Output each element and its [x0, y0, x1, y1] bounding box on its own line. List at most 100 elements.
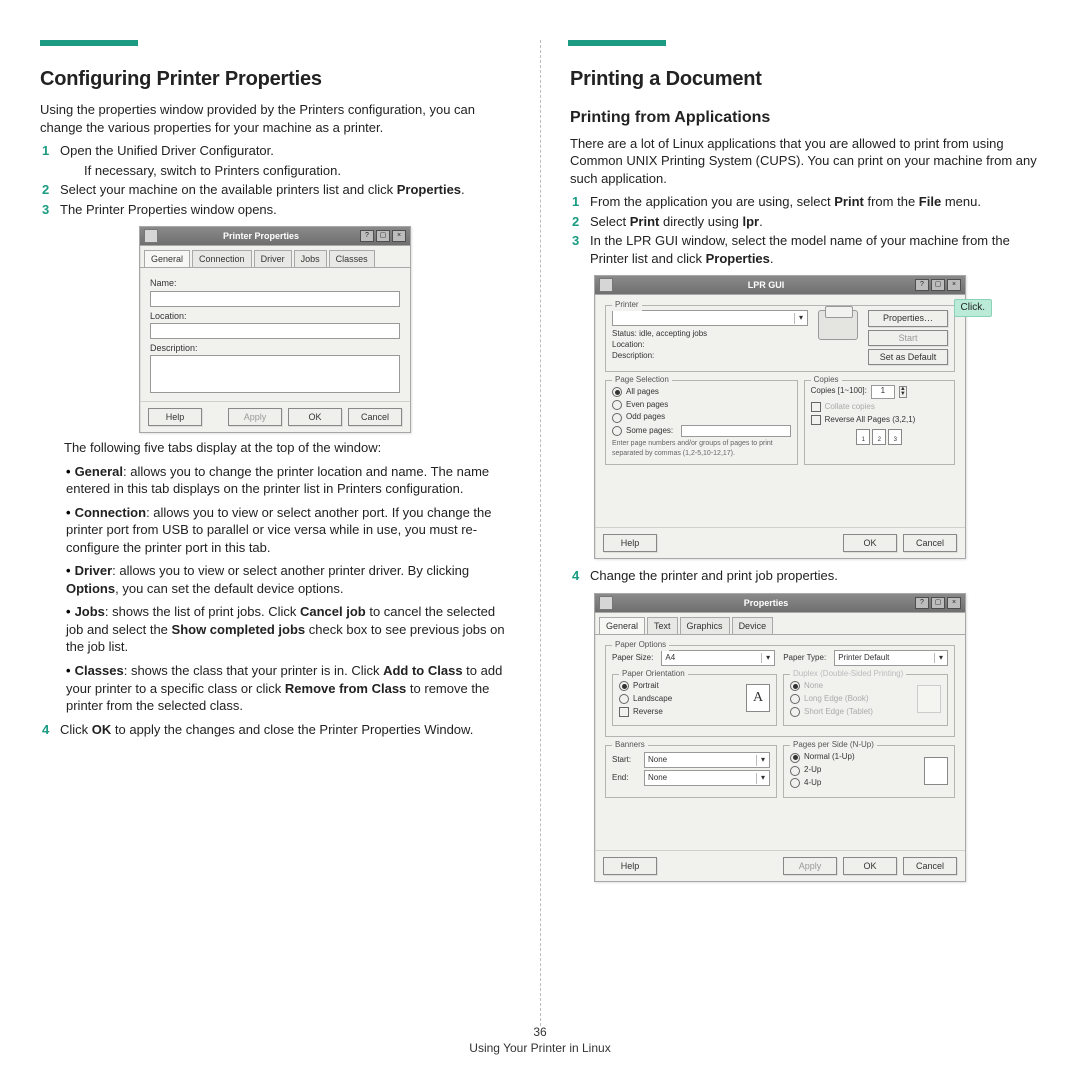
- properties-button[interactable]: Properties…: [868, 310, 948, 326]
- printer-select[interactable]: ▾: [612, 310, 808, 326]
- help-button[interactable]: Help: [148, 408, 202, 426]
- maximize-icon[interactable]: ▢: [931, 597, 945, 609]
- tab-classes[interactable]: Classes: [329, 250, 375, 267]
- radio-some-pages[interactable]: Some pages:: [612, 425, 791, 437]
- select-value: A4: [662, 653, 761, 664]
- cancel-button[interactable]: Cancel: [903, 534, 957, 552]
- banners-start-select[interactable]: None▾: [644, 752, 770, 768]
- radio-label: Some pages:: [626, 426, 673, 437]
- apply-button[interactable]: Apply: [228, 408, 282, 426]
- paper-type-select[interactable]: Printer Default▾: [834, 650, 948, 666]
- close-icon[interactable]: ×: [392, 230, 406, 242]
- tab-jobs[interactable]: Jobs: [294, 250, 327, 267]
- radio-label: Even pages: [626, 400, 668, 411]
- maximize-icon[interactable]: ▢: [376, 230, 390, 242]
- tab-desc-text: : allows you to view or select another p…: [112, 563, 469, 578]
- radio-nup-4[interactable]: 4-Up: [790, 778, 918, 789]
- help-button-icon[interactable]: ?: [360, 230, 374, 242]
- banners-end-select[interactable]: None▾: [644, 770, 770, 786]
- close-icon[interactable]: ×: [947, 597, 961, 609]
- label-name: Name:: [150, 277, 400, 289]
- page-selection-hint: Enter page numbers and/or groups of page…: [612, 439, 791, 458]
- apply-button[interactable]: Apply: [783, 857, 837, 875]
- cancel-button[interactable]: Cancel: [348, 408, 402, 426]
- tab-connection[interactable]: Connection: [192, 250, 252, 267]
- ok-button[interactable]: OK: [843, 534, 897, 552]
- location-field[interactable]: [150, 323, 400, 339]
- step-text: The Printer Properties window opens.: [60, 202, 277, 217]
- tab-desc-driver: Driver: allows you to view or select ano…: [66, 562, 510, 597]
- step-num: 1: [572, 193, 590, 211]
- page-icon: 3: [888, 429, 902, 445]
- group-page-selection: Page Selection: [612, 375, 672, 386]
- radio-label: 2-Up: [804, 765, 821, 776]
- radio-label: Normal (1-Up): [804, 752, 855, 763]
- radio-odd-pages[interactable]: Odd pages: [612, 412, 791, 423]
- step-num: 3: [42, 201, 60, 219]
- radio-nup-1[interactable]: Normal (1-Up): [790, 752, 918, 763]
- subheading-apps: Printing from Applications: [570, 107, 1040, 129]
- tab-desc-bold: Connection: [75, 505, 147, 520]
- start-button[interactable]: Start: [868, 330, 948, 346]
- ok-button[interactable]: OK: [288, 408, 342, 426]
- ok-button[interactable]: OK: [843, 857, 897, 875]
- printer-icon: [818, 310, 858, 340]
- banners-end-label: End:: [612, 773, 640, 784]
- tab-general-p[interactable]: General: [599, 617, 645, 634]
- banners-start-label: Start:: [612, 755, 640, 766]
- step-bold: Properties: [706, 251, 770, 266]
- radio-all-pages[interactable]: All pages: [612, 387, 791, 398]
- chevron-down-icon: ▾: [756, 773, 769, 784]
- step-text: from the: [864, 194, 919, 209]
- reverse-checkbox-orientation[interactable]: Reverse: [619, 707, 740, 718]
- reverse-checkbox[interactable]: Reverse All Pages (3,2,1): [811, 415, 948, 426]
- tab-text[interactable]: Text: [647, 617, 678, 634]
- step-text: In the LPR GUI window, select the model …: [590, 233, 1010, 266]
- help-button-icon[interactable]: ?: [915, 279, 929, 291]
- help-button[interactable]: Help: [603, 857, 657, 875]
- step-text: Click: [60, 722, 92, 737]
- copies-field[interactable]: 1: [871, 385, 895, 399]
- duplex-preview-icon: [917, 685, 941, 713]
- cancel-button[interactable]: Cancel: [903, 857, 957, 875]
- spin-down-icon[interactable]: ▼: [900, 392, 906, 397]
- select-value: Printer Default: [835, 653, 934, 664]
- intro-right: There are a lot of Linux applications th…: [570, 135, 1040, 188]
- step-text: From the application you are using, sele…: [590, 194, 834, 209]
- group-duplex: Duplex (Double-Sided Printing): [790, 669, 906, 680]
- tab-general[interactable]: General: [144, 250, 190, 267]
- tab-desc-connection: Connection: allows you to view or select…: [66, 504, 510, 557]
- printer-properties-panel: Printer Properties ? ▢ × General Connect…: [139, 226, 411, 433]
- help-button[interactable]: Help: [603, 534, 657, 552]
- radio-nup-2[interactable]: 2-Up: [790, 765, 918, 776]
- collate-checkbox[interactable]: Collate copies: [811, 402, 948, 413]
- step-text: Change the printer and print job propert…: [590, 568, 838, 583]
- tab-driver[interactable]: Driver: [254, 250, 292, 267]
- set-default-button[interactable]: Set as Default: [868, 349, 948, 365]
- close-icon[interactable]: ×: [947, 279, 961, 291]
- paper-type-label: Paper Type:: [783, 653, 826, 664]
- radio-label: Odd pages: [626, 412, 665, 423]
- label-location: Location:: [150, 310, 400, 322]
- checkbox-label: Reverse All Pages (3,2,1): [825, 415, 916, 426]
- group-copies: Copies: [811, 375, 842, 386]
- radio-landscape[interactable]: Landscape: [619, 694, 740, 705]
- paper-size-select[interactable]: A4▾: [661, 650, 775, 666]
- group-paper-options: Paper Options: [612, 640, 669, 651]
- select-value: None: [645, 755, 756, 766]
- radio-even-pages[interactable]: Even pages: [612, 400, 791, 411]
- step-bold: Print: [630, 214, 660, 229]
- name-field[interactable]: [150, 291, 400, 307]
- some-pages-field[interactable]: [681, 425, 790, 437]
- radio-label: Portrait: [633, 681, 659, 692]
- printer-location: Location:: [612, 340, 808, 351]
- description-field[interactable]: [150, 355, 400, 393]
- maximize-icon[interactable]: ▢: [931, 279, 945, 291]
- tab-graphics[interactable]: Graphics: [680, 617, 730, 634]
- step-text: directly using: [659, 214, 742, 229]
- tab-desc-bold: Cancel job: [300, 604, 366, 619]
- tab-device[interactable]: Device: [732, 617, 774, 634]
- radio-portrait[interactable]: Portrait: [619, 681, 740, 692]
- help-button-icon[interactable]: ?: [915, 597, 929, 609]
- step-text: Select your machine on the available pri…: [60, 182, 397, 197]
